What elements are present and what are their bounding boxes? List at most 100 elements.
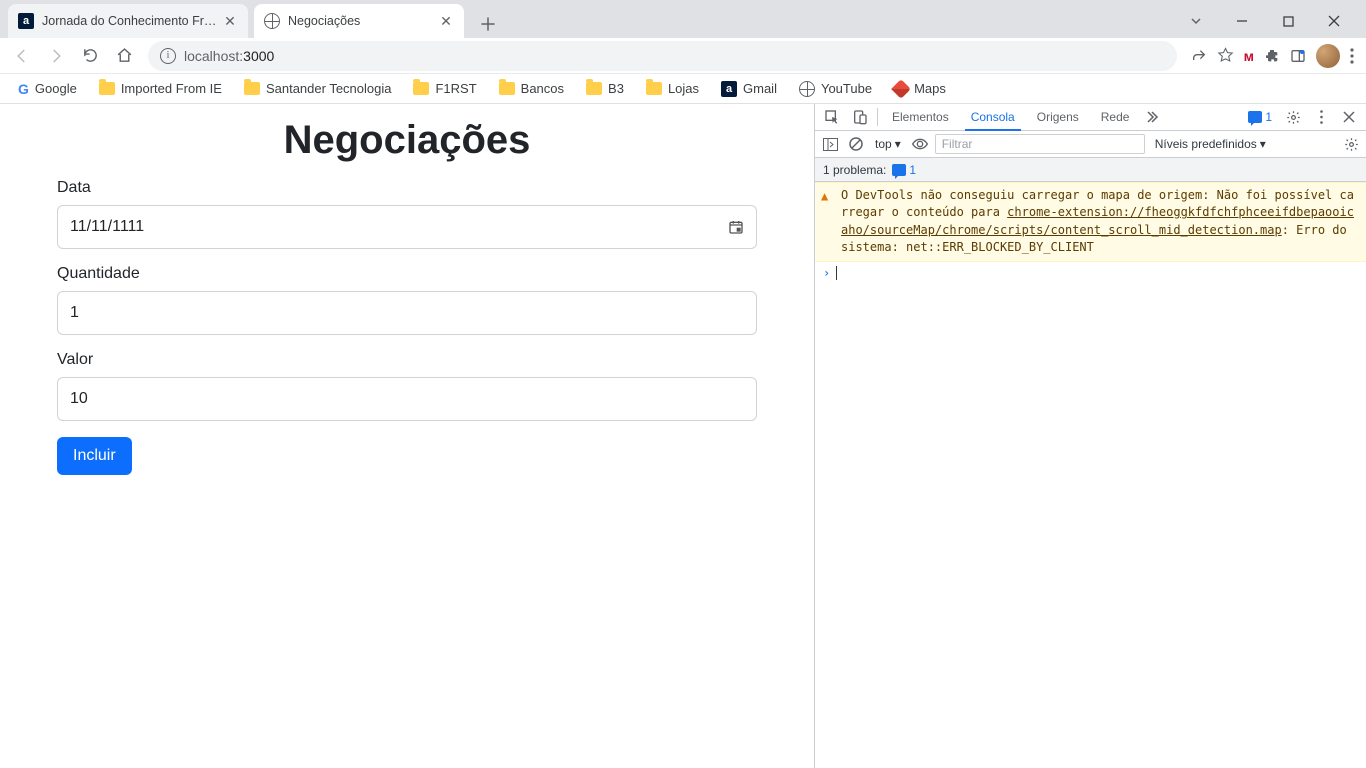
url-port: 3000 xyxy=(243,48,274,64)
message-icon xyxy=(892,164,906,176)
folder-icon xyxy=(646,82,662,95)
valor-value: 10 xyxy=(70,390,88,408)
extensions-icon[interactable] xyxy=(1264,48,1280,64)
bookmark-label: YouTube xyxy=(821,81,872,96)
live-expression-icon[interactable] xyxy=(909,133,931,155)
kebab-menu-icon[interactable] xyxy=(1350,48,1354,64)
tab-consola[interactable]: Consola xyxy=(961,104,1025,130)
issues-bar[interactable]: 1 problema: 1 xyxy=(815,158,1366,182)
console-prompt[interactable]: › xyxy=(815,262,1366,284)
bookmark-label: F1RST xyxy=(435,81,476,96)
problems-count: 1 xyxy=(909,163,916,177)
bookmark-star-icon[interactable] xyxy=(1217,47,1234,64)
browser-toolbar: i localhost:3000 ᴍ xyxy=(0,38,1366,74)
sidebar-toggle-icon[interactable] xyxy=(819,133,841,155)
browser-tab-active[interactable]: Negociações ✕ xyxy=(254,4,464,38)
close-icon[interactable]: ✕ xyxy=(438,13,454,29)
forward-button[interactable] xyxy=(42,42,70,70)
sidepanel-icon[interactable] xyxy=(1290,48,1306,64)
folder-icon xyxy=(244,82,260,95)
inspect-icon[interactable] xyxy=(819,104,845,130)
site-info-icon[interactable]: i xyxy=(160,48,176,64)
close-icon[interactable]: ✕ xyxy=(222,13,238,29)
window-close-button[interactable] xyxy=(1312,6,1356,36)
data-input[interactable]: 11/11/1111 xyxy=(57,205,757,249)
bookmark-gmail[interactable]: aGmail xyxy=(713,78,785,100)
quantidade-label: Quantidade xyxy=(57,265,757,283)
console-warning[interactable]: ▲ O DevTools não conseguiu carregar o ma… xyxy=(815,182,1366,262)
bookmark-folder[interactable]: Santander Tecnologia xyxy=(236,78,400,99)
new-tab-button[interactable] xyxy=(474,10,502,38)
profile-avatar[interactable] xyxy=(1316,44,1340,68)
gear-icon[interactable] xyxy=(1340,133,1362,155)
chevron-down-icon[interactable] xyxy=(1174,6,1218,36)
data-value: 11/11/1111 xyxy=(70,218,144,236)
problems-label: 1 problema: xyxy=(823,163,886,177)
reload-button[interactable] xyxy=(76,42,104,70)
share-icon[interactable] xyxy=(1191,48,1207,64)
bookmark-folder[interactable]: F1RST xyxy=(405,78,484,99)
browser-tab-inactive[interactable]: a Jornada do Conhecimento Front- ✕ xyxy=(8,4,248,38)
data-label: Data xyxy=(57,179,757,197)
bookmark-folder[interactable]: Bancos xyxy=(491,78,572,99)
bookmark-label: B3 xyxy=(608,81,624,96)
bookmark-label: Google xyxy=(35,81,77,96)
tab-title: Negociações xyxy=(288,14,438,28)
valor-input[interactable]: 10 xyxy=(57,377,757,421)
device-toggle-icon[interactable] xyxy=(847,104,873,130)
back-button[interactable] xyxy=(8,42,36,70)
alura-icon: a xyxy=(721,81,737,97)
kebab-menu-icon[interactable] xyxy=(1308,104,1334,130)
warning-icon: ▲ xyxy=(821,188,828,205)
more-tabs-icon[interactable] xyxy=(1141,104,1167,130)
bookmark-label: Imported From IE xyxy=(121,81,222,96)
browser-tabstrip: a Jornada do Conhecimento Front- ✕ Negoc… xyxy=(0,0,1366,38)
page-content: Negociações Data 11/11/1111 Quantidade 1 xyxy=(0,104,814,768)
maximize-button[interactable] xyxy=(1266,6,1310,36)
mcafee-icon[interactable]: ᴍ xyxy=(1244,48,1254,64)
bookmark-youtube[interactable]: YouTube xyxy=(791,78,880,100)
tab-elementos[interactable]: Elementos xyxy=(882,104,959,130)
chevron-down-icon: ▾ xyxy=(895,137,901,151)
filter-input[interactable]: Filtrar xyxy=(935,134,1145,154)
gear-icon[interactable] xyxy=(1280,104,1306,130)
maps-icon xyxy=(891,79,911,99)
minimize-button[interactable] xyxy=(1220,6,1264,36)
home-button[interactable] xyxy=(110,42,138,70)
tab-origens[interactable]: Origens xyxy=(1027,104,1089,130)
calendar-icon[interactable] xyxy=(728,219,744,235)
close-icon[interactable] xyxy=(1336,104,1362,130)
issues-count: 1 xyxy=(1265,110,1272,124)
quantidade-input[interactable]: 1 xyxy=(57,291,757,335)
clear-console-icon[interactable] xyxy=(845,133,867,155)
tab-rede[interactable]: Rede xyxy=(1091,104,1140,130)
filter-placeholder: Filtrar xyxy=(942,137,973,151)
alura-icon: a xyxy=(18,13,34,29)
issues-counter[interactable]: 1 xyxy=(1242,104,1278,130)
address-bar[interactable]: i localhost:3000 xyxy=(148,41,1177,71)
tab-title: Jornada do Conhecimento Front- xyxy=(42,14,222,28)
bookmark-label: Maps xyxy=(914,81,946,96)
devtools-tabbar: Elementos Consola Origens Rede 1 xyxy=(815,104,1366,131)
bookmark-label: Lojas xyxy=(668,81,699,96)
bookmark-maps[interactable]: Maps xyxy=(886,78,954,99)
bookmark-folder[interactable]: B3 xyxy=(578,78,632,99)
console-output: ▲ O DevTools não conseguiu carregar o ma… xyxy=(815,182,1366,768)
globe-icon xyxy=(264,13,280,29)
folder-icon xyxy=(99,82,115,95)
globe-icon xyxy=(799,81,815,97)
bookmarks-bar: G Google Imported From IE Santander Tecn… xyxy=(0,74,1366,104)
context-selector[interactable]: top▾ xyxy=(871,137,905,151)
bookmark-google[interactable]: G Google xyxy=(10,78,85,100)
folder-icon xyxy=(586,82,602,95)
bookmark-folder[interactable]: Imported From IE xyxy=(91,78,230,99)
console-toolbar: top▾ Filtrar Níveis predefinidos▾ xyxy=(815,131,1366,158)
devtools-panel: Elementos Consola Origens Rede 1 top▾ Fi… xyxy=(814,104,1366,768)
log-levels-selector[interactable]: Níveis predefinidos▾ xyxy=(1155,137,1266,151)
folder-icon xyxy=(499,82,515,95)
chevron-down-icon: ▾ xyxy=(1260,137,1266,151)
window-controls xyxy=(1174,4,1358,38)
bookmark-folder[interactable]: Lojas xyxy=(638,78,707,99)
chevron-right-icon: › xyxy=(823,266,830,280)
incluir-button[interactable]: Incluir xyxy=(57,437,132,475)
